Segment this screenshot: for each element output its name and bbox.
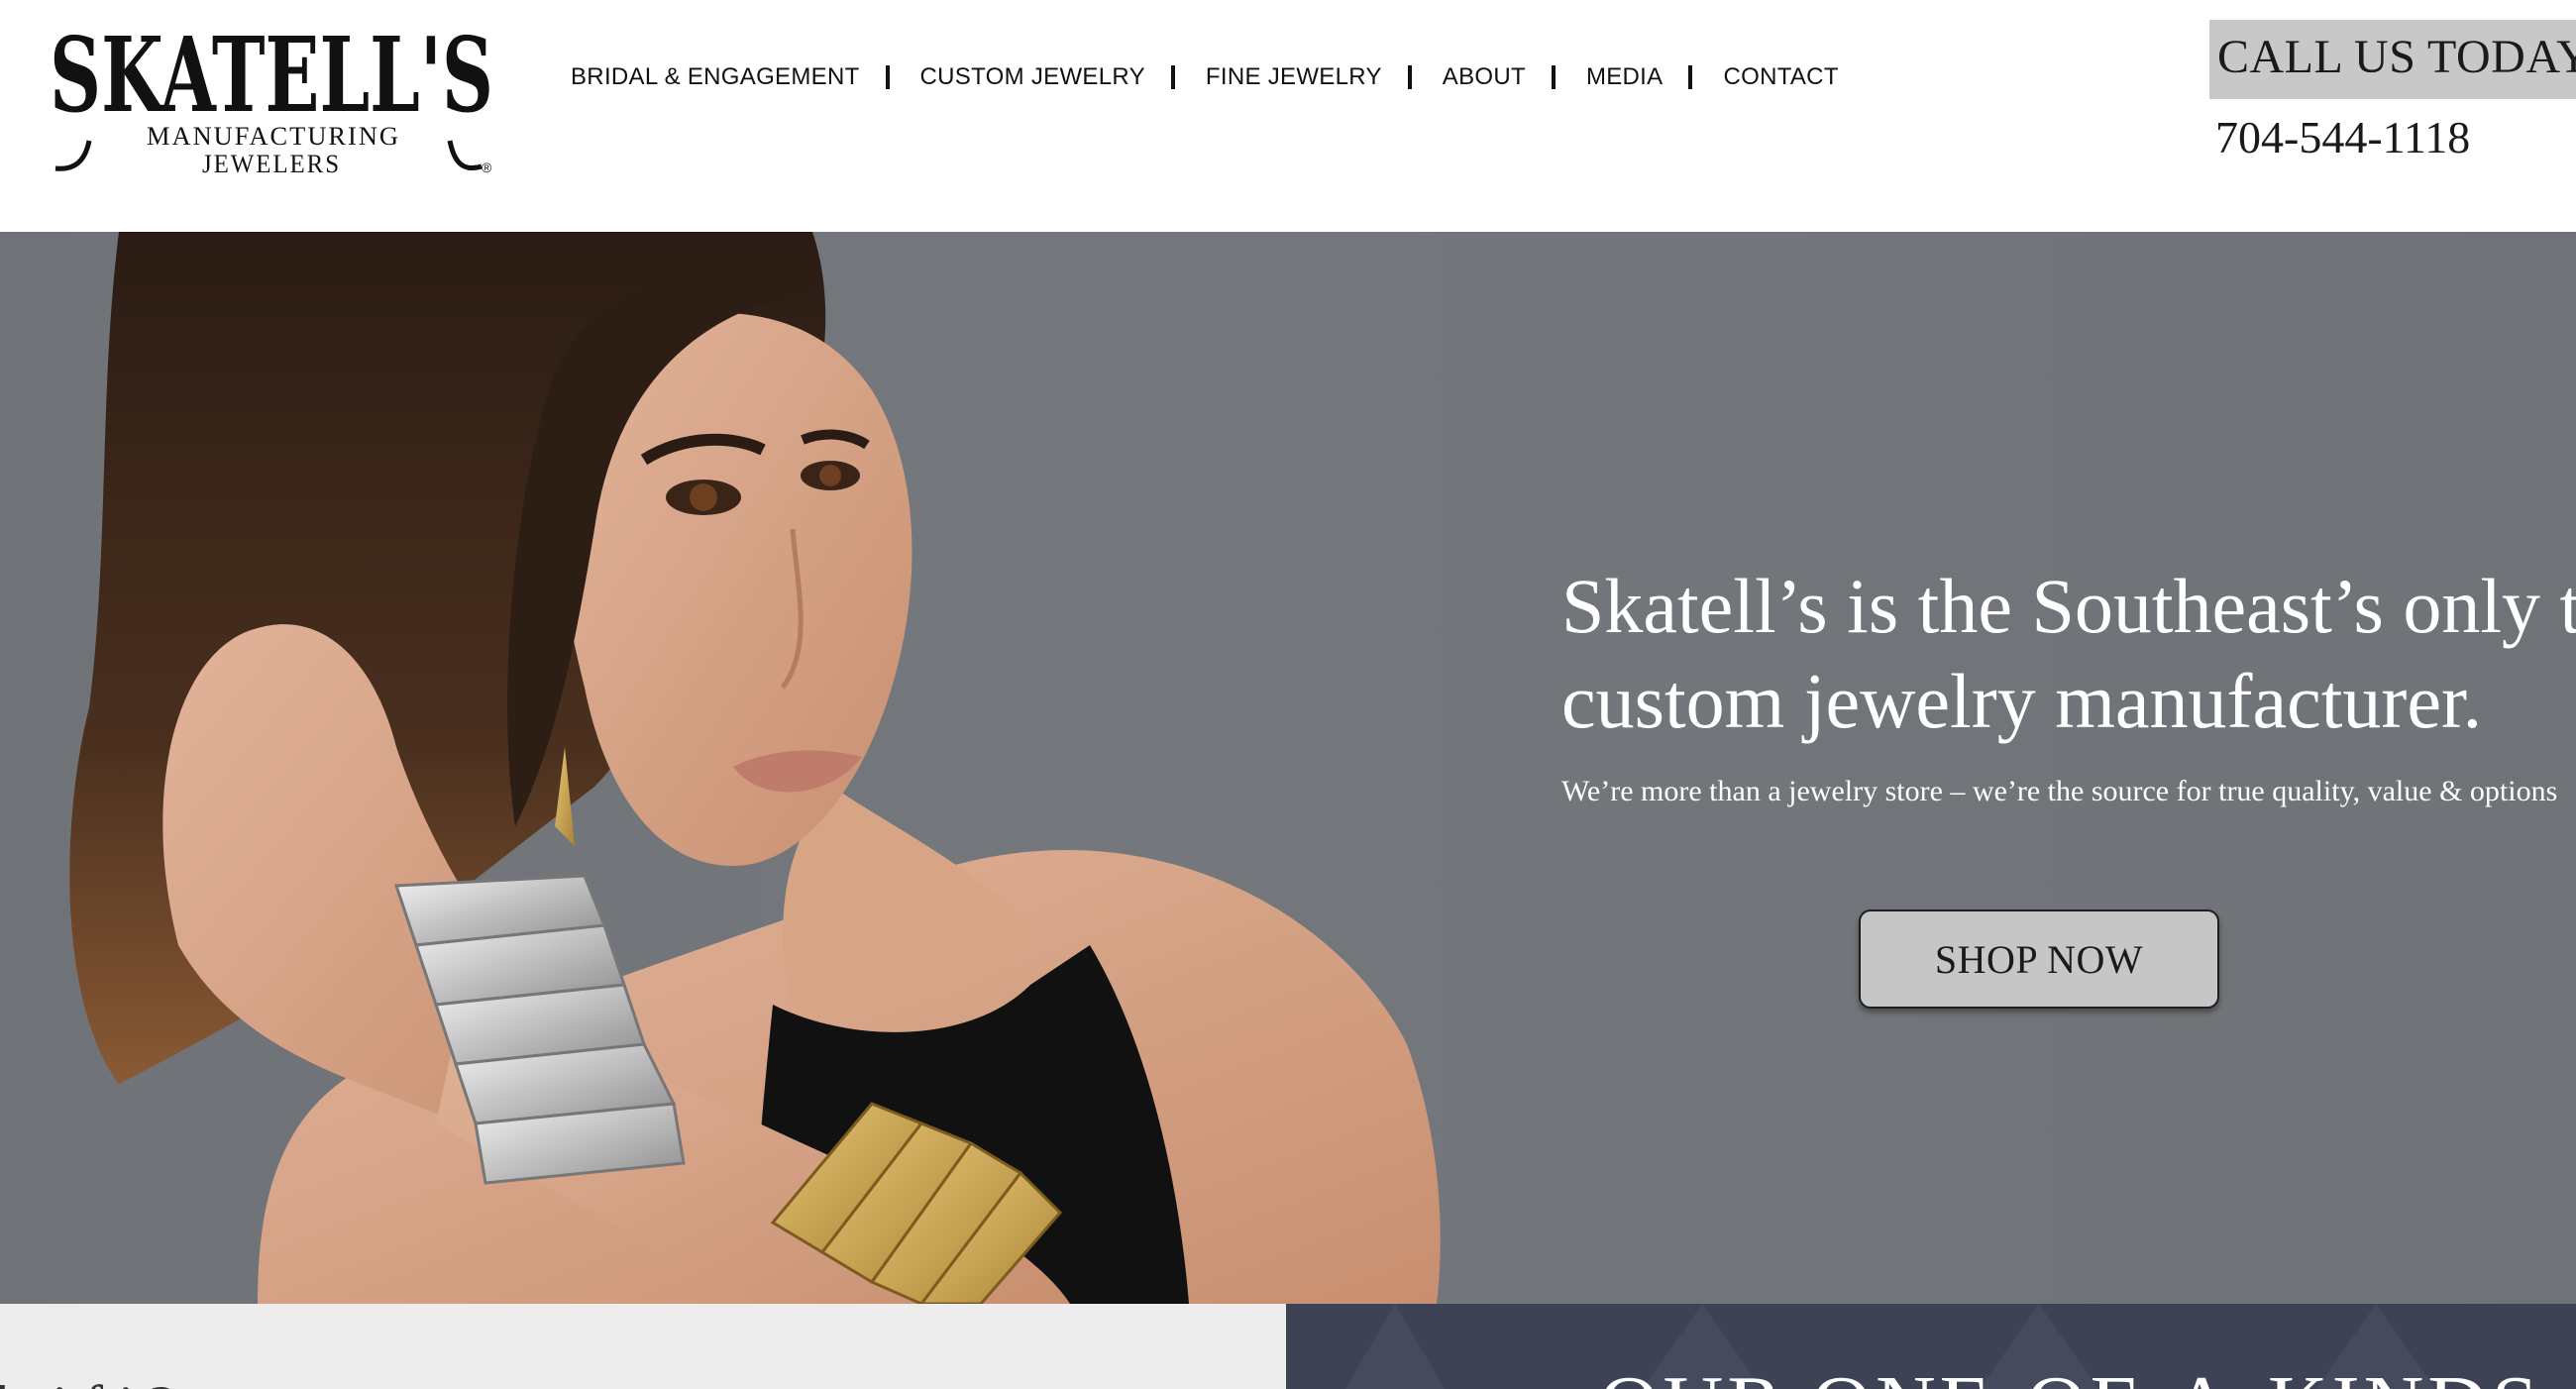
logo-subtitle-line2: JEWELERS [202, 150, 341, 178]
hero-headline-line1: Skatell’s is the Southeast’s only tr [1561, 563, 2576, 649]
logo-graphic: SKATELL'S MANUFACTURING JEWELERS ® [50, 22, 493, 178]
nav-separator [885, 65, 890, 89]
call-us-today-button[interactable]: CALL US TODAY [2209, 20, 2576, 99]
main-nav: BRIDAL & ENGAGEMENT CUSTOM JEWELRY FINE … [571, 55, 1839, 99]
shop-now-label: SHOP NOW [1934, 936, 2144, 982]
intro-section-preview: la i f i ? [0, 1304, 1286, 1389]
call-us-label: CALL US TODAY [2217, 31, 2576, 83]
nav-media[interactable]: MEDIA [1586, 63, 1664, 91]
nav-custom-jewelry[interactable]: CUSTOM JEWELRY [920, 63, 1145, 91]
shop-now-button[interactable]: SHOP NOW [1859, 909, 2219, 1009]
registered-mark: ® [482, 160, 492, 175]
nav-separator [1170, 65, 1175, 89]
nav-separator [1551, 65, 1556, 89]
nav-contact[interactable]: CONTACT [1723, 63, 1838, 91]
logo-wordmark: SKATELL'S [50, 22, 493, 136]
nav-fine-jewelry[interactable]: FINE JEWELRY [1206, 63, 1382, 91]
logo-subtitle-line1: MANUFACTURING [147, 122, 400, 151]
hero-subtext: We’re more than a jewelry store – we’re … [1561, 775, 2558, 807]
nav-about[interactable]: ABOUT [1443, 63, 1526, 91]
one-of-a-kinds-heading: OUR ONE-OF-A-KINDS [1599, 1357, 2542, 1389]
site-header: SKATELL'S MANUFACTURING JEWELERS ® BRIDA… [0, 0, 2576, 232]
nav-separator [1688, 65, 1693, 89]
phone-number-link[interactable]: 704-544-1118 [2215, 111, 2470, 163]
hero-headline: Skatell’s is the Southeast’s only tr cus… [1561, 559, 2576, 749]
intro-heading-partial: la i f i ? [0, 1373, 175, 1389]
hero-headline-line2: custom jewelry manufacturer. [1561, 658, 2483, 744]
nav-bridal-engagement[interactable]: BRIDAL & ENGAGEMENT [571, 63, 860, 91]
one-of-a-kinds-section: OUR ONE-OF-A-KINDS [1286, 1304, 2576, 1389]
nav-separator [1407, 65, 1412, 89]
hero-model-photo [69, 232, 1441, 1304]
skatells-logo[interactable]: SKATELL'S MANUFACTURING JEWELERS ® [46, 22, 501, 180]
hero-banner: Skatell’s is the Southeast’s only tr cus… [0, 232, 2576, 1304]
